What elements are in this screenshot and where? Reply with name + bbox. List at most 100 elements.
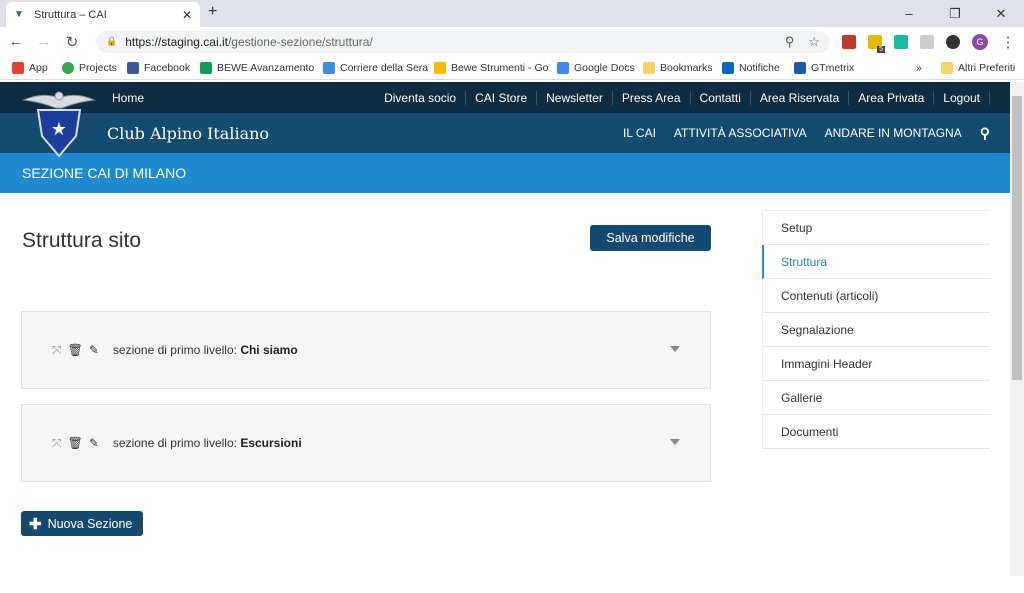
back-icon[interactable]: ← <box>8 33 24 50</box>
gtmetrix-icon <box>794 62 806 74</box>
section-label: sezione di primo livello: Escursioni <box>113 436 302 450</box>
reload-icon[interactable]: ↻ <box>64 33 80 51</box>
search-icon[interactable]: ⚲ <box>980 125 990 142</box>
bookmark-label: Notifiche <box>739 62 780 74</box>
nav-area-privata[interactable]: Area Privata <box>849 90 935 105</box>
forward-icon[interactable]: → <box>36 33 52 50</box>
zoom-icon[interactable]: ⚲ <box>785 34 795 50</box>
url-host: https://staging.cai.it <box>125 34 228 49</box>
sheets-icon <box>200 62 212 74</box>
cai-favicon-icon: ▼ <box>14 8 24 20</box>
close-window-icon[interactable]: ✕ <box>978 0 1024 27</box>
bookmark-app[interactable]: App <box>12 56 48 80</box>
bookmark-gtmetrix[interactable]: GTmetrix <box>794 56 854 80</box>
nav-logout[interactable]: Logout <box>934 90 990 105</box>
url-path: /gestione-sezione/struttura/ <box>227 34 373 49</box>
nav-il-cai[interactable]: IL CAI <box>623 126 656 140</box>
sidebar-item-struttura[interactable]: Struttura <box>762 245 990 279</box>
sidebar-item-gallerie[interactable]: Gallerie <box>763 381 990 415</box>
new-section-label: Nuova Sezione <box>47 516 133 531</box>
tab-title: Struttura – CAI <box>34 8 107 21</box>
more-bookmarks-button[interactable]: » <box>916 56 922 80</box>
browser-tab[interactable]: ▼ Struttura – CAI ✕ <box>6 2 200 27</box>
bookmark-other[interactable]: Altri Preferiti <box>941 56 1015 80</box>
bookmark-google-docs[interactable]: Google Docs <box>557 56 635 80</box>
projects-icon <box>62 62 74 74</box>
sidebar-item-documenti[interactable]: Documenti <box>763 415 990 449</box>
pdf-extension-icon[interactable] <box>842 34 856 49</box>
bookmark-projects[interactable]: Projects <box>62 56 117 80</box>
facebook-icon <box>127 62 139 74</box>
nav-press-area[interactable]: Press Area <box>613 90 691 105</box>
section-band: SEZIONE CAI DI MILANO <box>0 153 1010 193</box>
bookmark-bookmarks[interactable]: Bookmarks <box>643 56 713 80</box>
sidebar-item-contenuti[interactable]: Contenuti (articoli) <box>763 279 990 313</box>
top-nav: Home Diventa socio CAI Store Newsletter … <box>0 82 1010 113</box>
sidebar-item-segnalazione[interactable]: Segnalazione <box>763 313 990 347</box>
extension-icon[interactable] <box>946 34 960 49</box>
scrollbar-thumb[interactable] <box>1012 96 1022 380</box>
chat-extension-icon[interactable] <box>920 34 934 49</box>
grammarly-extension-icon[interactable] <box>894 34 908 49</box>
bookmark-label: Facebook <box>144 62 191 74</box>
nav-contatti[interactable]: Contatti <box>691 90 751 105</box>
bookmark-label: GTmetrix <box>811 62 855 74</box>
folder-icon <box>643 62 655 74</box>
extension-badge: 5 <box>877 45 885 53</box>
star-icon[interactable]: ☆ <box>808 34 820 50</box>
bookmark-label: BEWE Avanzamento <box>217 62 315 74</box>
apps-grid-icon <box>12 62 24 74</box>
minimize-icon[interactable]: – <box>886 0 932 27</box>
menu-icon[interactable]: ⋮ <box>1000 33 1016 51</box>
profile-avatar[interactable]: G <box>972 33 988 50</box>
trash-icon[interactable]: 🗑 <box>68 343 83 357</box>
new-tab-icon[interactable]: + <box>208 3 217 21</box>
bookmark-notifiche[interactable]: Notifiche <box>722 56 780 80</box>
nav-home[interactable]: Home <box>112 91 375 105</box>
section-prefix: sezione di primo livello: <box>112 343 237 357</box>
caret-down-icon[interactable] <box>670 346 680 352</box>
plus-icon: ✚ <box>29 515 42 533</box>
docs-icon <box>557 62 569 74</box>
new-section-button[interactable]: ✚ Nuova Sezione <box>21 511 143 536</box>
close-tab-icon[interactable]: ✕ <box>182 8 192 22</box>
bookmark-corriere[interactable]: Corriere della Sera <box>323 56 428 80</box>
page: Home Diventa socio CAI Store Newsletter … <box>0 82 1010 576</box>
nav-area-riservata[interactable]: Area Riservata <box>751 90 850 105</box>
cai-logo[interactable]: ★ <box>22 88 96 158</box>
scrollbar[interactable] <box>1010 82 1024 576</box>
pencil-icon[interactable]: ✎ <box>89 436 99 450</box>
sidebar-item-setup[interactable]: Setup <box>763 211 990 245</box>
nav-diventa-socio[interactable]: Diventa socio <box>375 90 467 105</box>
nav-attivita-associativa[interactable]: ATTIVITÀ ASSOCIATIVA <box>674 126 807 140</box>
section-name: Escursioni <box>240 436 302 450</box>
section-prefix: sezione di primo livello: <box>112 436 237 450</box>
restore-icon[interactable]: ❐ <box>932 0 978 27</box>
bookmark-facebook[interactable]: Facebook <box>127 56 190 80</box>
move-icon[interactable]: ⤧ <box>52 436 62 451</box>
bookmark-label: App <box>29 62 48 74</box>
bookmarks-bar: App Projects Facebook BEWE Avanzamento C… <box>0 56 1024 80</box>
pencil-icon[interactable]: ✎ <box>89 343 99 357</box>
section-name: Chi siamo <box>240 343 298 357</box>
move-icon[interactable]: ⤧ <box>52 343 62 358</box>
extension-icon[interactable]: 5 <box>868 34 885 53</box>
sidebar-item-immagini-header[interactable]: Immagini Header <box>763 347 990 381</box>
caret-down-icon[interactable] <box>670 439 680 445</box>
bookmark-label: Altri Preferiti <box>958 62 1016 74</box>
bookmark-bewe-strumenti[interactable]: Bewe Strumenti - Go <box>434 56 548 80</box>
section-row: ⤧ 🗑 ✎ sezione di primo livello: Chi siam… <box>21 311 711 389</box>
url-input[interactable]: 🔒 https://staging.cai.it/gestione-sezion… <box>96 30 830 53</box>
bookmark-label: Projects <box>79 62 117 74</box>
bookmark-label: Bewe Strumenti - Go <box>451 62 549 74</box>
nav-newsletter[interactable]: Newsletter <box>537 90 613 105</box>
main-content: Struttura sito Salva modifiche ⤧ 🗑 ✎ sez… <box>0 193 1010 593</box>
nav-andare-in-montagna[interactable]: ANDARE IN MONTAGNA <box>825 126 962 140</box>
bookmark-bewe-avanzamento[interactable]: BEWE Avanzamento <box>200 56 314 80</box>
save-button[interactable]: Salva modifiche <box>590 225 711 251</box>
trash-icon[interactable]: 🗑 <box>68 436 83 450</box>
brand-name[interactable]: Club Alpino Italiano <box>107 124 623 143</box>
svg-text:★: ★ <box>51 119 67 139</box>
nav-cai-store[interactable]: CAI Store <box>466 90 538 105</box>
page-title: Struttura sito <box>22 229 142 252</box>
